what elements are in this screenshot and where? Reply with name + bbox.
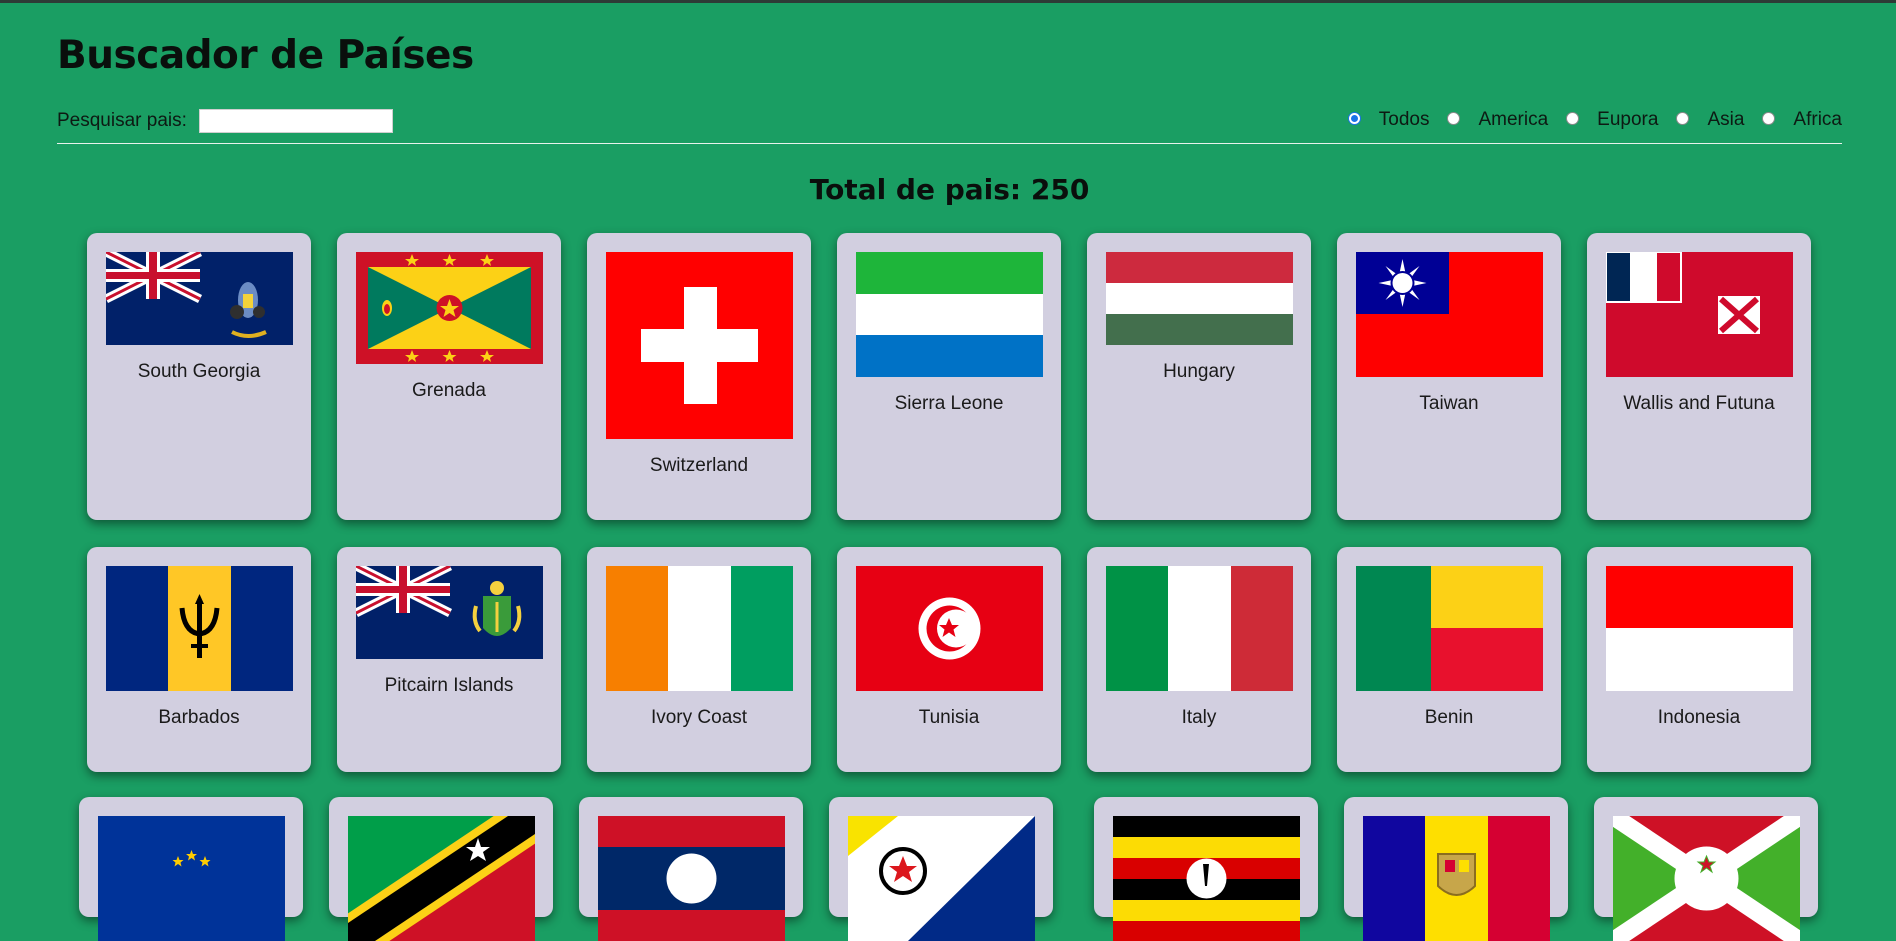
country-card[interactable]: [579, 797, 803, 917]
filter-asia[interactable]: Asia: [1676, 109, 1744, 131]
country-name: Pitcairn Islands: [337, 675, 561, 697]
radio-todos[interactable]: [1348, 112, 1361, 125]
saint-kitts-nevis-flag-icon: [348, 816, 535, 941]
country-name: Indonesia: [1587, 707, 1811, 729]
search-label: Pesquisar pais:: [57, 110, 187, 132]
barbados-flag-icon: [106, 566, 293, 691]
country-name: Wallis and Futuna: [1587, 393, 1811, 415]
country-name: Benin: [1337, 707, 1561, 729]
filter-todos[interactable]: Todos: [1348, 109, 1430, 131]
andorra-flag-icon: [1363, 816, 1550, 941]
country-card[interactable]: Taiwan: [1337, 233, 1561, 520]
filter-label: Todos: [1379, 109, 1430, 131]
filter-america[interactable]: America: [1447, 109, 1548, 131]
filter-label: America: [1478, 109, 1548, 131]
country-name: Ivory Coast: [587, 707, 811, 729]
wallis-futuna-flag-icon: [1606, 252, 1793, 377]
taiwan-flag-icon: [1356, 252, 1543, 377]
south-georgia-flag-icon: [106, 252, 293, 345]
country-card[interactable]: [79, 797, 303, 917]
country-card[interactable]: [329, 797, 553, 917]
page-title: Buscador de Países: [57, 33, 474, 78]
country-name: Barbados: [87, 707, 311, 729]
country-card[interactable]: [829, 797, 1053, 917]
country-name: Hungary: [1087, 361, 1311, 383]
country-name: Tunisia: [837, 707, 1061, 729]
grenada-flag-icon: [356, 252, 543, 364]
switzerland-flag-icon: [606, 252, 793, 439]
country-card[interactable]: Tunisia: [837, 547, 1061, 772]
country-card[interactable]: Indonesia: [1587, 547, 1811, 772]
uganda-flag-icon: [1113, 816, 1300, 941]
bonaire-style-flag-icon: [848, 816, 1035, 941]
radio-eupora[interactable]: [1566, 112, 1579, 125]
country-card[interactable]: Switzerland: [587, 233, 811, 520]
country-name: Grenada: [337, 380, 561, 402]
country-card[interactable]: [1094, 797, 1318, 917]
country-card[interactable]: Pitcairn Islands: [337, 547, 561, 772]
tunisia-flag-icon: [856, 566, 1043, 691]
radio-africa[interactable]: [1762, 112, 1775, 125]
country-card[interactable]: Wallis and Futuna: [1587, 233, 1811, 520]
region-filter-group: Todos America Eupora Asia Africa: [1330, 109, 1842, 131]
country-card[interactable]: Hungary: [1087, 233, 1311, 520]
country-card[interactable]: Grenada: [337, 233, 561, 520]
laos-flag-icon: [598, 816, 785, 941]
hungary-flag-icon: [1106, 252, 1293, 345]
sierra-leone-flag-icon: [856, 252, 1043, 377]
country-name: Italy: [1087, 707, 1311, 729]
filter-label: Asia: [1707, 109, 1744, 131]
total-count: Total de pais: 250: [57, 173, 1842, 206]
search-input[interactable]: [199, 109, 393, 133]
italy-flag-icon: [1106, 566, 1293, 691]
country-name: Switzerland: [587, 455, 811, 477]
ivory-coast-flag-icon: [606, 566, 793, 691]
country-card[interactable]: [1594, 797, 1818, 917]
country-card[interactable]: Italy: [1087, 547, 1311, 772]
radio-america[interactable]: [1447, 112, 1460, 125]
country-card[interactable]: Ivory Coast: [587, 547, 811, 772]
filter-label: Africa: [1793, 109, 1842, 131]
country-card[interactable]: Benin: [1337, 547, 1561, 772]
pitcairn-flag-icon: [356, 566, 543, 659]
country-card[interactable]: South Georgia: [87, 233, 311, 520]
filter-eupora[interactable]: Eupora: [1566, 109, 1658, 131]
search-filter-bar: Pesquisar pais: Todos America Eupora Asi…: [57, 107, 1842, 137]
benin-flag-icon: [1356, 566, 1543, 691]
header-divider: [57, 143, 1842, 144]
eu-style-flag-icon: [98, 816, 285, 941]
filter-africa[interactable]: Africa: [1762, 109, 1842, 131]
country-card[interactable]: [1344, 797, 1568, 917]
filter-label: Eupora: [1597, 109, 1658, 131]
country-card[interactable]: Sierra Leone: [837, 233, 1061, 520]
burundi-flag-icon: [1613, 816, 1800, 941]
country-name: Sierra Leone: [837, 393, 1061, 415]
country-name: South Georgia: [87, 361, 311, 383]
radio-asia[interactable]: [1676, 112, 1689, 125]
country-name: Taiwan: [1337, 393, 1561, 415]
country-card[interactable]: Barbados: [87, 547, 311, 772]
indonesia-flag-icon: [1606, 566, 1793, 691]
